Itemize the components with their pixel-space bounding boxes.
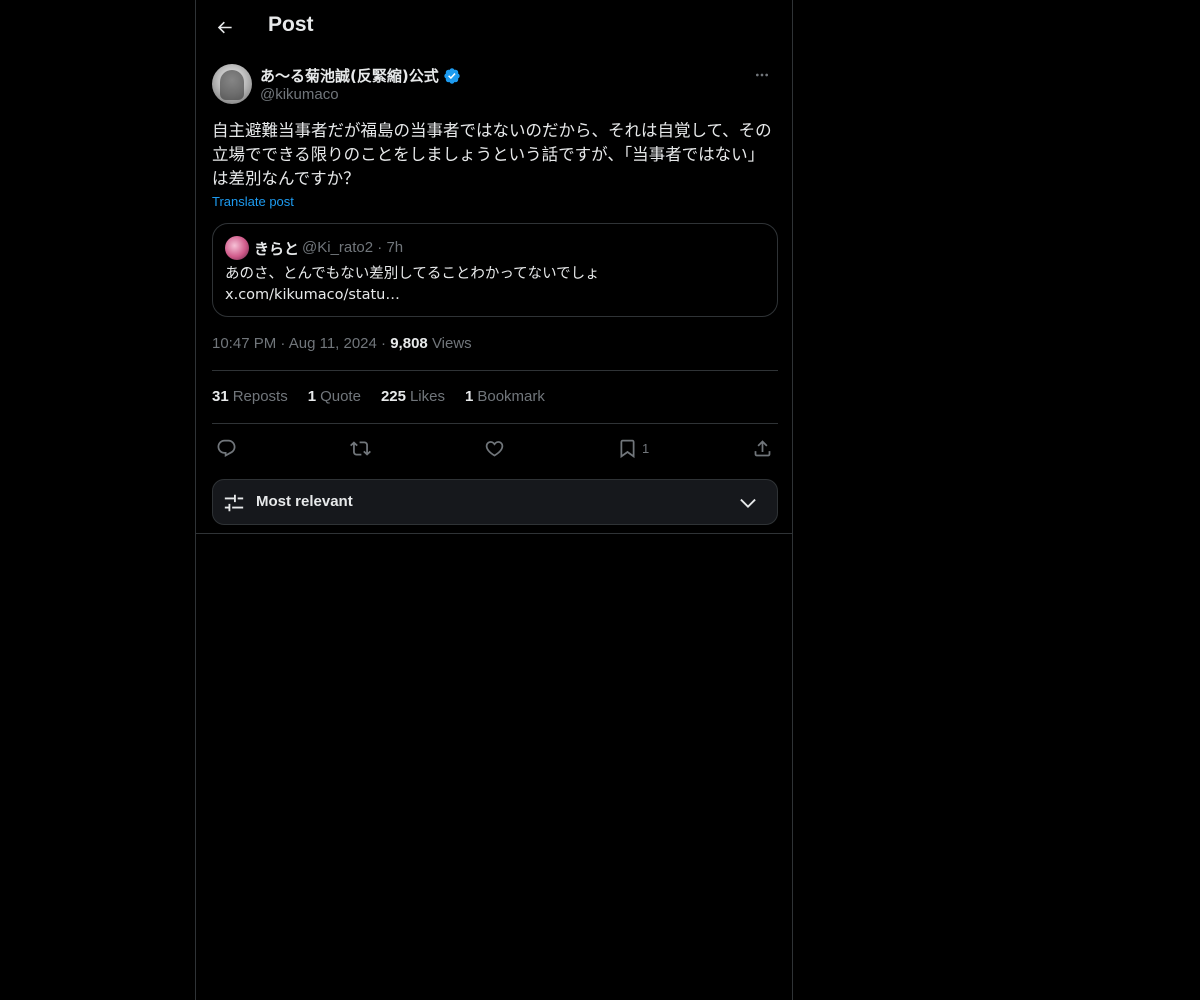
sliders-icon [223,492,245,514]
sort-selected-value: Most relevant [256,493,353,510]
author-name-text: あ〜る菊池誠(反緊縮)公式 [260,67,439,85]
action-bar: 1 [212,433,778,463]
primary-column: Post あ〜る菊池誠(反緊縮)公式 @kikumaco 自主避難当事者だが福島… [195,0,793,1000]
post-timestamp: 10:47 PM · Aug 11, 2024 · 9,808 Views [212,335,472,352]
bookmark-count: 1 [642,440,650,456]
share-button[interactable] [752,433,773,463]
bookmarks-stat[interactable]: 1 Bookmark [465,388,545,405]
repost-button[interactable] [350,433,371,463]
quotes-count: 1 [307,388,317,405]
back-button[interactable] [208,11,240,43]
quotes-label: Quote [320,388,361,405]
bookmark-button[interactable]: 1 [617,433,649,463]
reposts-count: 31 [212,388,229,405]
quoted-text: あのさ、とんでもない差別してることわかってないでしょ x.com/kikumac… [225,264,765,306]
more-dots-icon [756,73,768,77]
post-stats: 31 Reposts 1 Quote 225 Likes 1 Bookmark [212,388,545,405]
views-count: 9,808 [390,335,428,352]
quoted-separator: · [377,239,383,256]
reply-icon [217,439,236,457]
translate-post-link[interactable]: Translate post [212,194,294,209]
more-options-button[interactable] [746,64,778,86]
views-label: Views [431,335,472,352]
repost-icon [350,440,371,456]
page-title: Post [268,13,314,36]
author-handle[interactable]: @kikumaco [260,86,339,103]
reposts-stat[interactable]: 31 Reposts [212,388,288,405]
heart-icon [485,440,504,457]
page-header: Post [196,0,794,54]
back-arrow-icon [217,21,232,33]
quoted-post[interactable]: きらと @Ki_rato2 · 7h あのさ、とんでもない差別してることわかって… [212,223,778,317]
verified-badge-icon[interactable] [443,67,461,85]
avatar-figure [220,70,244,100]
like-button[interactable] [484,433,505,463]
post-time[interactable]: 10:47 PM [212,335,276,352]
likes-stat[interactable]: 225 Likes [381,388,445,405]
bookmark-icon [620,439,635,458]
chevron-down-icon [737,492,759,514]
section-divider [196,533,792,534]
quoted-text-line: あのさ、とんでもない差別してることわかってないでしょ [225,266,600,282]
timestamp-separator: · [381,335,387,352]
likes-label: Likes [409,388,445,405]
divider [212,370,778,371]
avatar[interactable] [212,64,252,104]
share-icon [754,439,771,456]
bookmarks-label: Bookmark [477,388,545,405]
divider [212,423,778,424]
quoted-avatar[interactable] [225,236,249,260]
post-author: あ〜る菊池誠(反緊縮)公式 @kikumaco [212,64,778,108]
timestamp-separator: · [280,335,286,352]
bookmarks-count: 1 [465,388,474,405]
author-display-name[interactable]: あ〜る菊池誠(反緊縮)公式 [260,65,461,86]
post-text: 自主避難当事者だが福島の当事者ではないのだから、それは自覚して、その立場でできる… [212,121,772,188]
replies-sort-dropdown[interactable]: Most relevant [212,479,778,525]
quoted-link[interactable]: x.com/kikumaco/statu… [225,285,765,306]
reply-button[interactable] [216,433,237,463]
quoted-meta: @Ki_rato2 · 7h [302,239,403,256]
quotes-stat[interactable]: 1 Quote [308,388,361,405]
reposts-label: Reposts [232,388,288,405]
likes-count: 225 [380,388,406,405]
post-date[interactable]: Aug 11, 2024 [289,335,377,352]
quoted-handle[interactable]: @Ki_rato2 [302,239,373,256]
quoted-display-name[interactable]: きらと [254,238,299,259]
quoted-age[interactable]: 7h [386,239,403,256]
